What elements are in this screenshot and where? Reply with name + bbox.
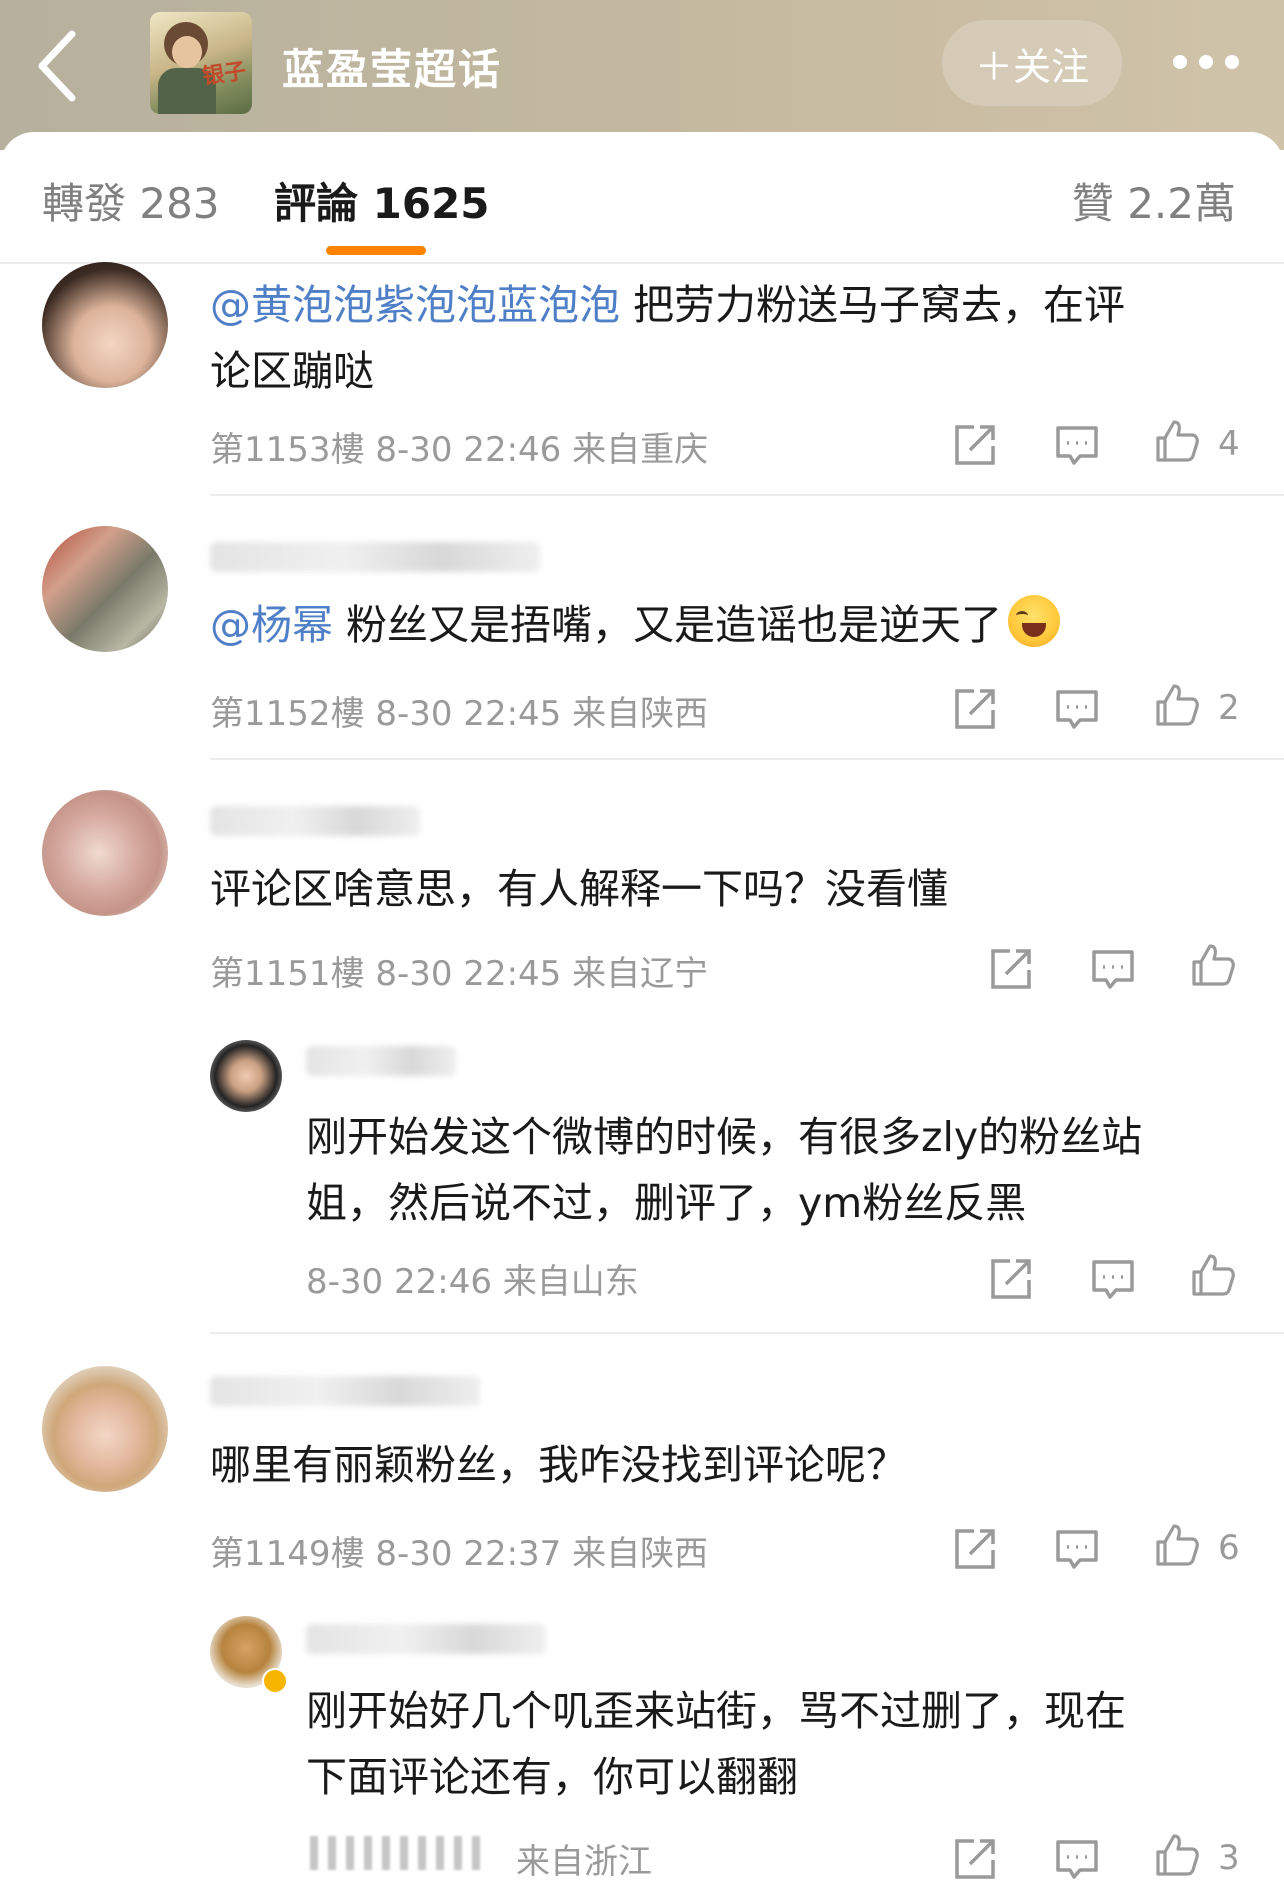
reply-text: 刚开始发这个微博的时候，有很多zly的粉丝站 姐，然后说不过，删评了，ym粉丝反… xyxy=(306,1113,1143,1227)
comment-text: 哪里有丽颖粉丝，我咋没找到评论呢？ xyxy=(210,1441,907,1489)
username-blurred xyxy=(306,1046,456,1076)
username-blurred xyxy=(210,1376,480,1406)
repost-icon[interactable] xyxy=(988,946,1034,992)
header-bar: 银子 蓝盈莹超话 ＋关注 xyxy=(0,0,1284,150)
reply-icon[interactable] xyxy=(1054,422,1100,468)
comment-text: 评论区啥意思，有人解释一下吗？没看懂 xyxy=(210,865,948,913)
avatar[interactable] xyxy=(210,1040,282,1112)
username-blurred xyxy=(210,806,420,836)
repost-icon[interactable] xyxy=(952,686,998,732)
repost-icon[interactable] xyxy=(952,1526,998,1572)
tab-indicator xyxy=(326,246,426,255)
repost-icon[interactable] xyxy=(952,1836,998,1882)
mention-link[interactable]: @杨幂 xyxy=(210,601,333,649)
page-title: 蓝盈莹超话 xyxy=(282,45,503,94)
content-panel: 轉發 283 評論 1625 贊 2.2萬 @黄泡泡紫泡泡蓝泡泡 把劳力粉送马子… xyxy=(0,132,1284,1883)
follow-button[interactable]: ＋关注 xyxy=(942,20,1122,106)
obscured-timestamp xyxy=(310,1836,490,1870)
group-avatar-text: 银子 xyxy=(200,59,248,90)
avatar[interactable] xyxy=(42,262,168,388)
like-count: 6 xyxy=(1218,1528,1240,1568)
reply-meta: 来自浙江 xyxy=(516,1842,652,1882)
avatar[interactable] xyxy=(42,790,168,916)
comment-meta: 第1149樓 8-30 22:37 来自陕西 xyxy=(210,1534,709,1574)
like-icon[interactable] xyxy=(1154,1522,1200,1568)
more-dots-icon[interactable] xyxy=(1172,54,1240,70)
reply-icon[interactable] xyxy=(1054,1526,1100,1572)
reply-icon[interactable] xyxy=(1054,1836,1100,1882)
group-avatar[interactable]: 银子 xyxy=(150,12,252,114)
reply-text: 刚开始好几个叽歪来站街，骂不过删了，现在 下面评论还有，你可以翻翻 xyxy=(306,1687,1126,1801)
tab-like[interactable]: 贊 2.2萬 xyxy=(1072,170,1236,231)
avatar[interactable] xyxy=(42,526,168,652)
like-count: 4 xyxy=(1218,424,1240,464)
like-icon[interactable] xyxy=(1190,1252,1236,1298)
comment-meta: 第1153樓 8-30 22:46 来自重庆 xyxy=(210,430,709,470)
mention-link[interactable]: @黄泡泡紫泡泡蓝泡泡 xyxy=(210,281,620,329)
like-count: 3 xyxy=(1218,1838,1240,1878)
repost-icon[interactable] xyxy=(952,422,998,468)
like-icon[interactable] xyxy=(1154,682,1200,728)
reply-icon[interactable] xyxy=(1054,686,1100,732)
comment-text: @黄泡泡紫泡泡蓝泡泡 把劳力粉送马子窝去，在评 论区蹦哒 xyxy=(210,281,1126,395)
comment-meta: 第1151樓 8-30 22:45 来自辽宁 xyxy=(210,954,709,994)
divider xyxy=(210,494,1284,496)
username-blurred xyxy=(210,542,540,572)
reply-icon[interactable] xyxy=(1090,946,1136,992)
like-icon[interactable] xyxy=(1154,1832,1200,1878)
divider xyxy=(210,758,1284,760)
like-count: 2 xyxy=(1218,688,1240,728)
back-arrow-icon[interactable] xyxy=(30,26,90,106)
laughing-crying-emoji-icon xyxy=(1008,595,1061,647)
divider xyxy=(210,1332,1284,1334)
divider xyxy=(0,262,1284,264)
comment-meta: 第1152樓 8-30 22:45 来自陕西 xyxy=(210,694,709,734)
reply-meta: 8-30 22:46 来自山东 xyxy=(306,1262,639,1302)
repost-icon[interactable] xyxy=(988,1256,1034,1302)
tab-comment[interactable]: 評論 1625 xyxy=(274,170,490,231)
avatar[interactable] xyxy=(42,1366,168,1492)
like-icon[interactable] xyxy=(1154,418,1200,464)
comment-text: @杨幂 粉丝又是捂嘴，又是造谣也是逆天了 xyxy=(210,592,1250,658)
username-blurred xyxy=(306,1624,546,1654)
like-icon[interactable] xyxy=(1190,942,1236,988)
reply-icon[interactable] xyxy=(1090,1256,1136,1302)
tab-repost[interactable]: 轉發 283 xyxy=(42,170,220,231)
verified-badge-icon xyxy=(262,1668,288,1694)
